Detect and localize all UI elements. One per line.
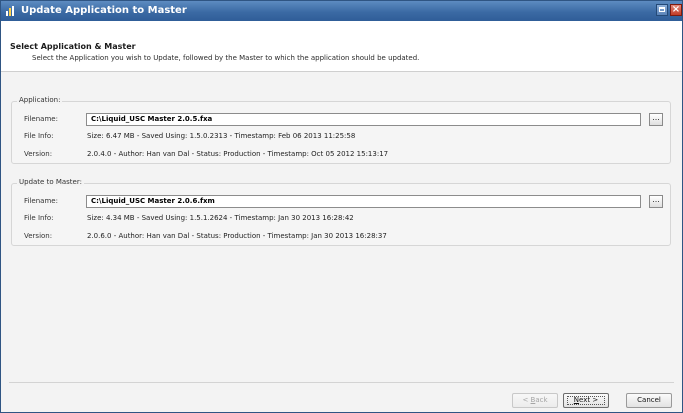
dialog-window: Update Application to Master × Select Ap… (0, 0, 683, 413)
fileinfo-label: File Info: (24, 214, 54, 222)
footer-divider (9, 382, 674, 383)
master-version-value: 2.0.6.0 - Author: Han van Dal - Status: … (87, 232, 387, 240)
maximize-icon (659, 7, 665, 12)
master-legend: Update to Master: (17, 178, 84, 186)
master-browse-button[interactable]: ... (649, 195, 663, 208)
version-label: Version: (24, 232, 53, 240)
version-label: Version: (24, 150, 53, 158)
master-filename-field[interactable]: C:\Liquid_USC Master 2.0.6.fxm (86, 195, 641, 208)
title-bar[interactable]: Update Application to Master × (1, 1, 682, 21)
wizard-header: Select Application & Master Select the A… (1, 21, 682, 72)
back-label: ack (535, 396, 548, 404)
application-filename-field[interactable]: C:\Liquid_USC Master 2.0.5.fxa (86, 113, 641, 126)
master-version-row: Version: 2.0.6.0 - Author: Han van Dal -… (12, 230, 670, 244)
application-group: Application: Filename: C:\Liquid_USC Mas… (11, 96, 671, 164)
application-filename-row: Filename: C:\Liquid_USC Master 2.0.5.fxa… (12, 113, 670, 127)
next-button[interactable]: Next > (563, 393, 609, 408)
master-fileinfo-row: File Info: Size: 4.34 MB - Saved Using: … (12, 212, 670, 226)
page-title: Select Application & Master (10, 42, 136, 51)
page-subtitle: Select the Application you wish to Updat… (32, 54, 420, 62)
close-icon: × (671, 4, 681, 15)
back-prefix: < (522, 396, 531, 404)
master-filename-row: Filename: C:\Liquid_USC Master 2.0.6.fxm… (12, 195, 670, 209)
application-fileinfo-row: File Info: Size: 6.47 MB - Saved Using: … (12, 130, 670, 144)
filename-label: Filename: (24, 197, 58, 205)
filename-label: Filename: (24, 115, 58, 123)
back-button[interactable]: < Back (512, 393, 558, 408)
master-fileinfo-value: Size: 4.34 MB - Saved Using: 1.5.1.2624 … (87, 214, 354, 222)
focus-rect (567, 396, 605, 405)
app-icon (6, 6, 14, 16)
application-version-value: 2.0.4.0 - Author: Han van Dal - Status: … (87, 150, 389, 158)
application-fileinfo-value: Size: 6.47 MB - Saved Using: 1.5.0.2313 … (87, 132, 356, 140)
maximize-button[interactable] (656, 4, 668, 16)
application-browse-button[interactable]: ... (649, 113, 663, 126)
application-version-row: Version: 2.0.4.0 - Author: Han van Dal -… (12, 148, 670, 162)
close-button[interactable]: × (670, 4, 682, 16)
fileinfo-label: File Info: (24, 132, 54, 140)
application-legend: Application: (17, 96, 63, 104)
window-title: Update Application to Master (21, 5, 187, 16)
cancel-button[interactable]: Cancel (626, 393, 672, 408)
master-group: Update to Master: Filename: C:\Liquid_US… (11, 178, 671, 246)
